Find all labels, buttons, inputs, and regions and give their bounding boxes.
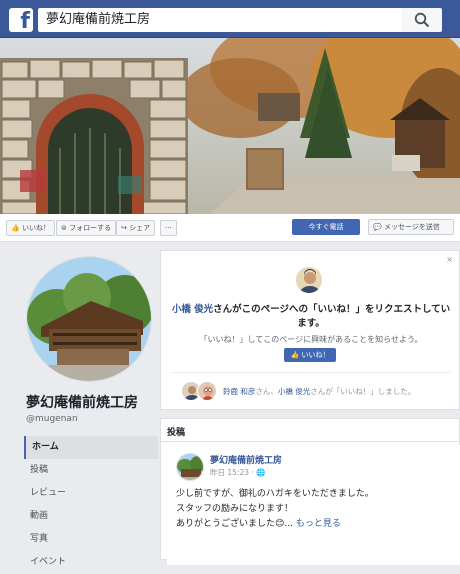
nav-item-videos[interactable]: 動画 [24,505,158,528]
more-button[interactable]: ··· [160,220,177,236]
divider [161,441,460,442]
requester-avatar[interactable] [295,266,323,294]
liker-avatar[interactable] [197,381,217,401]
cover-photo[interactable] [0,38,460,214]
follow-button[interactable]: ⊜ フォローする [56,220,117,236]
facebook-logo[interactable]: f [9,8,33,32]
page-action-bar: 👍 いいね！ ⊜ フォローする ↪ シェア ··· 今すぐ電話 💬 メッセージを… [0,214,460,242]
nav-item-photos[interactable]: 写真 [24,528,158,551]
request-title: 小橋 俊光さんがこのページへの「いいね！」をリクエストしています。 [171,304,451,329]
page-name: 夢幻庵備前焼工房 [26,395,138,411]
share-button[interactable]: ↪ シェア [116,220,156,236]
request-subtitle: 「いいね！」してこのページに興味があることを知らせよう。 [199,335,423,344]
requester-link[interactable]: 小橋 俊光 [172,304,213,315]
post-timestamp[interactable]: 昨日 15:23 · 🌐 [210,467,266,478]
top-bar: f 夢幻庵備前焼工房 [0,0,460,38]
nav-item-home[interactable]: ホーム [24,436,158,459]
likers-text: 鈴鹿 和彦さん、小橋 俊光さんが「いいね！」しました。 [223,387,416,396]
left-column: 夢幻庵備前焼工房 @mugenan ホーム 投稿 レビュー 動画 写真 イベント [0,250,158,567]
search-input[interactable]: 夢幻庵備前焼工房 [38,8,402,32]
close-icon[interactable]: × [446,255,453,264]
nav-item-events[interactable]: イベント [24,551,158,574]
request-like-button[interactable]: 👍 いいね！ [284,348,336,362]
like-page-button[interactable]: 👍 いいね！ [6,220,55,236]
send-message-button[interactable]: 💬 メッセージを送信 [368,219,454,235]
divider [171,372,451,373]
nav-item-reviews[interactable]: レビュー [24,482,158,505]
page-handle: @mugenan [26,414,78,424]
profile-picture[interactable] [26,256,152,382]
see-more-link[interactable]: もっと見る [296,519,341,529]
messenger-icon: 💬 [373,223,382,231]
post-author-link[interactable]: 夢幻庵備前焼工房 [210,453,282,466]
page-nav: ホーム 投稿 レビュー 動画 写真 イベント [24,436,158,574]
call-now-button[interactable]: 今すぐ電話 [292,219,360,235]
post-body: 少し前ですが、御礼のハガキをいただきました。 スタッフの励みになります！ ありが… [176,489,374,529]
posts-header: 投稿 [167,428,186,438]
search-icon [414,12,430,28]
search-button[interactable] [402,8,442,32]
post: 夢幻庵備前焼工房 昨日 15:23 · 🌐 少し前ですが、御礼のハガキをいただき… [167,445,460,565]
posts-section: 投稿 夢幻庵備前焼工房 昨日 15:23 · 🌐 少し前ですが、御礼のハガキをい… [160,418,460,565]
nav-item-posts[interactable]: 投稿 [24,459,158,482]
post-author-avatar[interactable] [176,453,204,481]
like-request-card: × 小橋 俊光さんがこのページへの「いいね！」をリクエストしています。 「いいね… [160,250,460,410]
